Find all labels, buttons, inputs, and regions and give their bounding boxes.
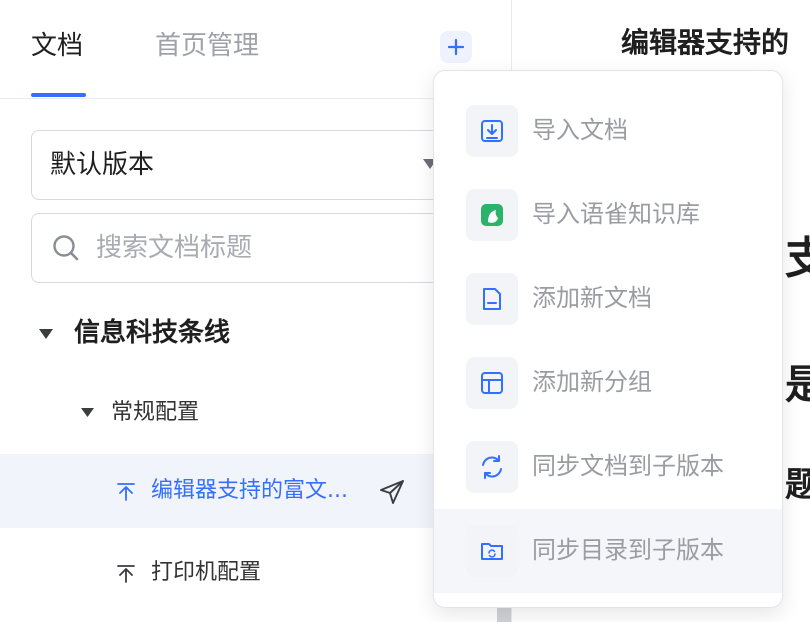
editor-title: 编辑器支持的 [621, 26, 790, 59]
tree-node-label: 打印机配置 [151, 560, 262, 585]
menu-item-label: 同步文档到子版本 [532, 452, 724, 480]
version-select[interactable]: 默认版本 [31, 130, 461, 200]
menu-item-sync-doc[interactable]: 同步文档到子版本 [434, 425, 782, 509]
editor-heading-glyph: 支 [785, 233, 810, 284]
add-menu-dropdown: 导入文档 导入语雀知识库 添加新文档 添加新分组 同步文档到子版本 同步目录到子… [433, 70, 783, 608]
plus-icon [447, 38, 465, 56]
yuque-icon [481, 204, 503, 226]
sync-folder-icon [481, 543, 503, 560]
menu-item-import-doc[interactable]: 导入文档 [434, 89, 782, 173]
expand-triangle-icon [81, 408, 94, 417]
new-doc-icon [483, 288, 501, 310]
import-doc-icon [481, 120, 503, 142]
editor-heading-glyph: 题 [785, 465, 810, 505]
menu-item-label: 导入语雀知识库 [532, 200, 700, 228]
document-node-icon [117, 483, 135, 501]
menu-item-label: 添加新分组 [532, 368, 652, 396]
editor-heading-glyph: 是 [785, 362, 810, 408]
menu-item-new-group[interactable]: 添加新分组 [434, 341, 782, 425]
document-node-icon [117, 565, 135, 583]
version-select-value: 默认版本 [50, 150, 155, 180]
search-box[interactable] [31, 213, 461, 283]
tab-home-management[interactable]: 首页管理 [155, 28, 259, 64]
search-input[interactable] [96, 228, 436, 268]
menu-item-icon-box [466, 105, 518, 157]
menu-item-label: 同步目录到子版本 [532, 536, 724, 564]
tab-docs[interactable]: 文档 [31, 28, 83, 64]
expand-triangle-icon [39, 329, 53, 339]
sync-icon [482, 455, 502, 479]
menu-item-new-doc[interactable]: 添加新文档 [434, 257, 782, 341]
menu-item-sync-directory[interactable]: 同步目录到子版本 [434, 509, 782, 593]
menu-item-label: 添加新文档 [532, 284, 652, 312]
menu-item-icon-box [466, 441, 518, 493]
menu-item-icon-box [466, 189, 518, 241]
menu-item-icon-box [466, 357, 518, 409]
send-icon[interactable] [378, 478, 406, 506]
tab-active-indicator [31, 93, 86, 97]
tree-node-label: 编辑器支持的富文... [151, 478, 348, 503]
menu-item-icon-box [466, 273, 518, 325]
menu-item-label: 导入文档 [532, 116, 628, 144]
menu-item-icon-box [466, 525, 518, 577]
add-button[interactable] [440, 31, 472, 63]
search-icon [53, 235, 79, 261]
tree-node-label: 常规配置 [111, 400, 200, 425]
scrollbar-thumb[interactable] [497, 608, 511, 622]
menu-item-import-yuque[interactable]: 导入语雀知识库 [434, 173, 782, 257]
tree-node-label: 信息科技条线 [74, 318, 231, 348]
new-group-icon [481, 372, 503, 394]
